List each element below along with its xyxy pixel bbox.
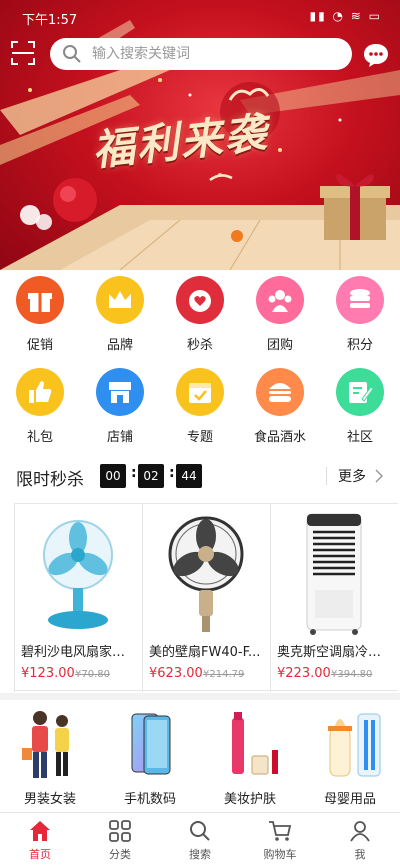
- category-label: 专题: [186, 430, 213, 445]
- more-link[interactable]: 更多: [338, 466, 366, 486]
- thumbs-up-icon: [16, 368, 64, 416]
- category-label: 母婴用品: [323, 792, 376, 807]
- chevron-right-icon[interactable]: [374, 468, 384, 484]
- product-name: 奥克斯空调扇冷暖...: [277, 645, 393, 660]
- flash-sale-section: 限时秒杀 00 : 02 : 44 更多 碧利沙电风扇家用... ¥123.00…: [0, 455, 400, 693]
- tab-label: 购物车: [263, 848, 297, 861]
- category-group-buy[interactable]: 团购: [240, 270, 320, 360]
- timer-separator: :: [169, 465, 175, 481]
- grid-icon: [109, 820, 131, 842]
- message-icon[interactable]: [362, 42, 390, 68]
- category-points[interactable]: 积分: [320, 270, 400, 360]
- tab-label: 搜索: [189, 848, 211, 861]
- category-label: 积分: [346, 338, 373, 353]
- category-electronics[interactable]: 手机数码: [100, 700, 200, 812]
- category-topic[interactable]: 专题: [160, 362, 240, 452]
- category-label: 品牌: [106, 338, 133, 353]
- search-icon: [190, 821, 210, 841]
- bottom-tab-bar: 首页 分类 搜索 购物车 我: [0, 812, 400, 866]
- tab-search[interactable]: 搜索: [160, 813, 240, 866]
- category-label: 手机数码: [123, 792, 176, 807]
- timer-hours: 00: [100, 464, 126, 488]
- cart-icon: [269, 821, 292, 841]
- gift-icon: [16, 276, 64, 324]
- baby-bottle-image: [328, 713, 381, 777]
- tab-home[interactable]: 首页: [0, 813, 80, 866]
- product-name: 美的壁扇FW40-F...: [149, 645, 261, 660]
- category-label: 社区: [346, 430, 373, 445]
- calendar-icon: [176, 368, 224, 416]
- tab-category[interactable]: 分类: [80, 813, 160, 866]
- product-name: 碧利沙电风扇家用...: [21, 645, 137, 660]
- category-label: 促销: [26, 338, 53, 353]
- product-image: [306, 513, 362, 635]
- cosmetics-image: [232, 712, 278, 775]
- flash-sale-products: 碧利沙电风扇家用... ¥123.00 ¥70.80 美的壁扇FW40-F...…: [14, 503, 398, 692]
- product-old-price: ¥214.79: [203, 669, 245, 680]
- product-card[interactable]: 奥克斯空调扇冷暖... ¥223.00 ¥394.80: [270, 504, 398, 692]
- featured-categories: 男装女装 手机数码 美妆护肤 母婴用品: [0, 700, 400, 812]
- product-price: ¥223.00: [277, 666, 331, 681]
- search-input[interactable]: [92, 38, 342, 70]
- timer-seconds: 44: [176, 464, 202, 488]
- banner-title: 福利来袭: [90, 107, 271, 176]
- category-store[interactable]: 店铺: [80, 362, 160, 452]
- crown-icon: [96, 276, 144, 324]
- timer-separator: :: [131, 465, 137, 481]
- store-icon: [96, 368, 144, 416]
- search-icon: [63, 45, 81, 63]
- category-label: 秒杀: [186, 338, 213, 353]
- category-label: 男装女装: [23, 792, 76, 807]
- category-baby[interactable]: 母婴用品: [300, 700, 400, 812]
- category-label: 礼包: [26, 430, 53, 445]
- category-brand[interactable]: 品牌: [80, 270, 160, 360]
- product-image: [168, 516, 244, 632]
- search-bar[interactable]: [50, 38, 352, 70]
- heart-timer-icon: [176, 276, 224, 324]
- edit-icon: [336, 368, 384, 416]
- category-food-drink[interactable]: 食品酒水: [240, 362, 320, 452]
- category-gift-pack[interactable]: 礼包: [0, 362, 80, 452]
- tab-label: 我: [354, 848, 366, 861]
- category-label: 团购: [266, 338, 293, 353]
- status-bar: 下午1:57 ▮▮ ◔ ≋ ▭: [0, 0, 400, 34]
- tab-label: 首页: [29, 848, 51, 861]
- product-price: ¥123.00: [21, 666, 75, 681]
- promo-banner[interactable]: 福利来袭 下午1:57 ▮▮ ◔ ≋ ▭: [0, 0, 400, 270]
- status-icons: ▮▮ ◔ ≋ ▭: [309, 9, 382, 23]
- scan-icon[interactable]: [10, 40, 36, 66]
- product-image: [43, 520, 113, 629]
- product-price: ¥623.00: [149, 666, 203, 681]
- tab-me[interactable]: 我: [320, 813, 400, 866]
- category-beauty[interactable]: 美妆护肤: [200, 700, 300, 812]
- user-icon: [350, 821, 370, 842]
- product-old-price: ¥394.80: [331, 669, 373, 680]
- divider: [326, 467, 327, 485]
- clothing-image: [22, 711, 69, 778]
- tab-cart[interactable]: 购物车: [240, 813, 320, 866]
- product-card[interactable]: 碧利沙电风扇家用... ¥123.00 ¥70.80: [14, 504, 142, 692]
- group-icon: [256, 276, 304, 324]
- category-label: 美妆护肤: [223, 792, 276, 807]
- category-flash-sale[interactable]: 秒杀: [160, 270, 240, 360]
- category-promo[interactable]: 促销: [0, 270, 80, 360]
- category-label: 店铺: [106, 430, 133, 445]
- tab-label: 分类: [109, 848, 131, 861]
- category-community[interactable]: 社区: [320, 362, 400, 452]
- product-old-price: ¥70.80: [75, 669, 110, 680]
- category-clothing[interactable]: 男装女装: [0, 700, 100, 812]
- product-card[interactable]: 美的壁扇FW40-F... ¥623.00 ¥214.79: [142, 504, 270, 692]
- category-grid: 促销 品牌 秒杀 团购 积分 礼包 店铺 专题 食品酒水 社区: [0, 270, 400, 455]
- coins-icon: [336, 276, 384, 324]
- flash-sale-title: 限时秒杀: [16, 470, 84, 490]
- status-time: 下午1:57: [22, 13, 78, 28]
- home-icon: [30, 821, 50, 841]
- category-label: 食品酒水: [253, 430, 306, 445]
- timer-minutes: 02: [138, 464, 164, 488]
- gift-box-decoration: [320, 174, 390, 240]
- phone-image: [131, 713, 171, 775]
- burger-icon: [256, 368, 304, 416]
